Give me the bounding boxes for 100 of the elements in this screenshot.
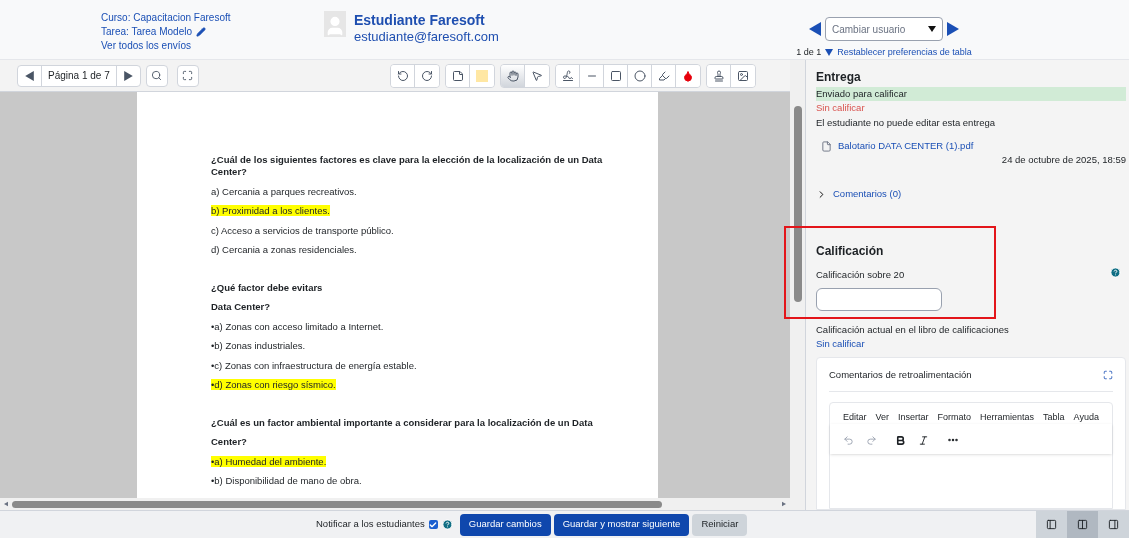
tool-button[interactable] bbox=[501, 64, 525, 87]
tool-button[interactable] bbox=[604, 64, 628, 87]
image-icon bbox=[737, 69, 749, 82]
answer-option: c) Acceso a servicios de transporte público. bbox=[211, 224, 394, 236]
course-link[interactable]: Curso: Capacitacion Faresoft bbox=[101, 11, 324, 25]
tool-button[interactable] bbox=[556, 64, 580, 87]
answer-option: •d) Zonas con riesgo sísmico. bbox=[211, 379, 336, 390]
edit-icon[interactable] bbox=[196, 27, 206, 37]
form-button[interactable]: Guardar cambios bbox=[459, 513, 551, 536]
answer-option: •b) Zonas industriales. bbox=[211, 340, 306, 351]
section-title: Entrega bbox=[816, 69, 862, 85]
layout-icon bbox=[1108, 519, 1119, 530]
answer-option: b) Proximidad a los clientes. bbox=[211, 205, 330, 216]
section-title: Calificación bbox=[816, 242, 885, 260]
gradebook-label: Calificación actual en el libro de calificaciones bbox=[816, 323, 1010, 338]
grade-input[interactable] bbox=[816, 287, 942, 311]
color-swatch-icon bbox=[476, 69, 488, 82]
all-submissions-link[interactable]: Ver todos los envíos bbox=[101, 39, 324, 53]
italic-icon[interactable] bbox=[918, 434, 929, 446]
comment-icon bbox=[451, 69, 464, 82]
user-select[interactable]: Cambiar usuario bbox=[825, 17, 943, 41]
previous-arrow-icon[interactable] bbox=[809, 22, 821, 36]
tool-button[interactable] bbox=[676, 64, 700, 87]
grade-status: Sin calificar bbox=[816, 101, 866, 115]
tool-button[interactable] bbox=[707, 64, 731, 87]
search-button[interactable] bbox=[145, 64, 168, 87]
scroll-left-icon[interactable] bbox=[4, 501, 8, 507]
tool-button[interactable] bbox=[391, 64, 415, 87]
left-arrow-icon[interactable] bbox=[25, 70, 34, 81]
next-arrow-icon[interactable] bbox=[947, 22, 959, 36]
answer-option: •a) Humedad del ambiente. bbox=[211, 455, 327, 467]
question-text: ¿Cuál de los siguientes factores es clave para la elección de la localización de un Data Center? bbox=[211, 154, 603, 177]
grade-label: Calificación sobre 20 bbox=[816, 267, 906, 282]
question-text: ¿Qué factor debe evitars bbox=[211, 281, 323, 293]
tool-button[interactable] bbox=[731, 64, 755, 87]
rotate-left-icon bbox=[396, 69, 409, 82]
answer-option: a) Cercania a parques recreativos. bbox=[211, 185, 357, 197]
feedback-title: Comentarios de retroalimentación bbox=[829, 368, 972, 383]
tool-button[interactable] bbox=[446, 64, 470, 87]
help-icon[interactable] bbox=[1110, 267, 1121, 278]
menu-item[interactable]: Ver bbox=[875, 410, 890, 424]
fullscreen-icon[interactable] bbox=[1103, 370, 1113, 381]
user-counter: 1 de 1 bbox=[796, 46, 822, 59]
answer-option: d) Cercania a zonas residenciales. bbox=[211, 244, 357, 255]
submission-status: Enviado para calificar bbox=[816, 87, 1126, 101]
gradebook-value: Sin calificar bbox=[816, 337, 866, 352]
file-link[interactable]: Balotario DATA CENTER (1).pdf bbox=[838, 139, 974, 154]
avatar-icon bbox=[324, 11, 346, 37]
layout-button[interactable] bbox=[1036, 511, 1067, 538]
tool-button[interactable] bbox=[652, 64, 676, 87]
layout-button[interactable] bbox=[1098, 511, 1129, 538]
expand-icon bbox=[182, 70, 194, 81]
notify-checkbox[interactable] bbox=[428, 520, 438, 529]
pen-icon bbox=[561, 69, 574, 82]
question-text: Data Center? bbox=[211, 301, 271, 312]
layout-button[interactable] bbox=[1067, 511, 1098, 538]
form-button[interactable]: Reiniciar bbox=[692, 513, 748, 536]
hand-icon bbox=[506, 69, 519, 82]
file-date: 24 de octubre de 2025, 18:59 bbox=[1001, 153, 1126, 168]
scroll-right-icon[interactable] bbox=[782, 501, 786, 507]
tool-button[interactable] bbox=[628, 64, 652, 87]
comments-toggle[interactable]: Comentarios (0) bbox=[816, 187, 1126, 202]
form-button[interactable]: Guardar y mostrar siguiente bbox=[553, 513, 690, 536]
menu-item[interactable]: Tabla bbox=[1043, 410, 1065, 424]
filter-icon bbox=[825, 49, 834, 57]
task-link[interactable]: Tarea: Tarea Modelo bbox=[101, 25, 192, 39]
menu-item[interactable]: Insertar bbox=[898, 410, 929, 424]
bold-icon[interactable] bbox=[895, 434, 906, 446]
page-label: Página 1 de 7 bbox=[47, 69, 111, 83]
menu-item[interactable]: Editar bbox=[843, 410, 867, 424]
layout-icon bbox=[1077, 519, 1088, 530]
tool-button[interactable] bbox=[415, 64, 439, 87]
answer-option: •c) Zonas con infraestructura de energía estable. bbox=[211, 359, 417, 371]
tool-button[interactable] bbox=[525, 64, 549, 87]
pointer-icon bbox=[531, 69, 543, 82]
help-icon[interactable] bbox=[441, 519, 453, 530]
search-icon bbox=[151, 70, 163, 81]
notify-label: Notificar a los estudiantes bbox=[316, 517, 425, 532]
reset-preferences-link[interactable]: Restablecer preferencias de tabla bbox=[837, 46, 972, 60]
layout-icon bbox=[1046, 519, 1057, 530]
menu-item[interactable]: Formato bbox=[937, 410, 972, 424]
caret-icon bbox=[928, 26, 936, 32]
question-text: ¿Cuál es un factor ambiental importante a considerar para la localización de un Data bbox=[211, 416, 593, 428]
rotate-right-icon bbox=[421, 69, 433, 82]
student-email: estudiante@faresoft.com bbox=[354, 29, 499, 45]
circle-icon bbox=[633, 69, 646, 82]
expand-button[interactable] bbox=[176, 64, 199, 87]
menu-item[interactable]: Ayuda bbox=[1073, 410, 1099, 424]
menu-item[interactable]: Herramientas bbox=[980, 410, 1035, 424]
right-arrow-icon[interactable] bbox=[123, 70, 133, 81]
vertical-scrollbar[interactable] bbox=[790, 60, 805, 510]
highlighter-icon bbox=[657, 69, 670, 82]
answer-option: •b) Disponibilidad de mano de obra. bbox=[211, 475, 362, 486]
horizontal-scrollbar[interactable] bbox=[0, 498, 790, 510]
edit-note: El estudiante no puede editar esta entrega bbox=[816, 116, 997, 130]
drop-icon bbox=[682, 69, 694, 82]
rectangle-icon bbox=[609, 69, 622, 82]
stamp-icon bbox=[712, 69, 725, 82]
question-text: Center? bbox=[211, 436, 247, 447]
answer-option: •a) Zonas con acceso limitado a Internet. bbox=[211, 320, 384, 332]
